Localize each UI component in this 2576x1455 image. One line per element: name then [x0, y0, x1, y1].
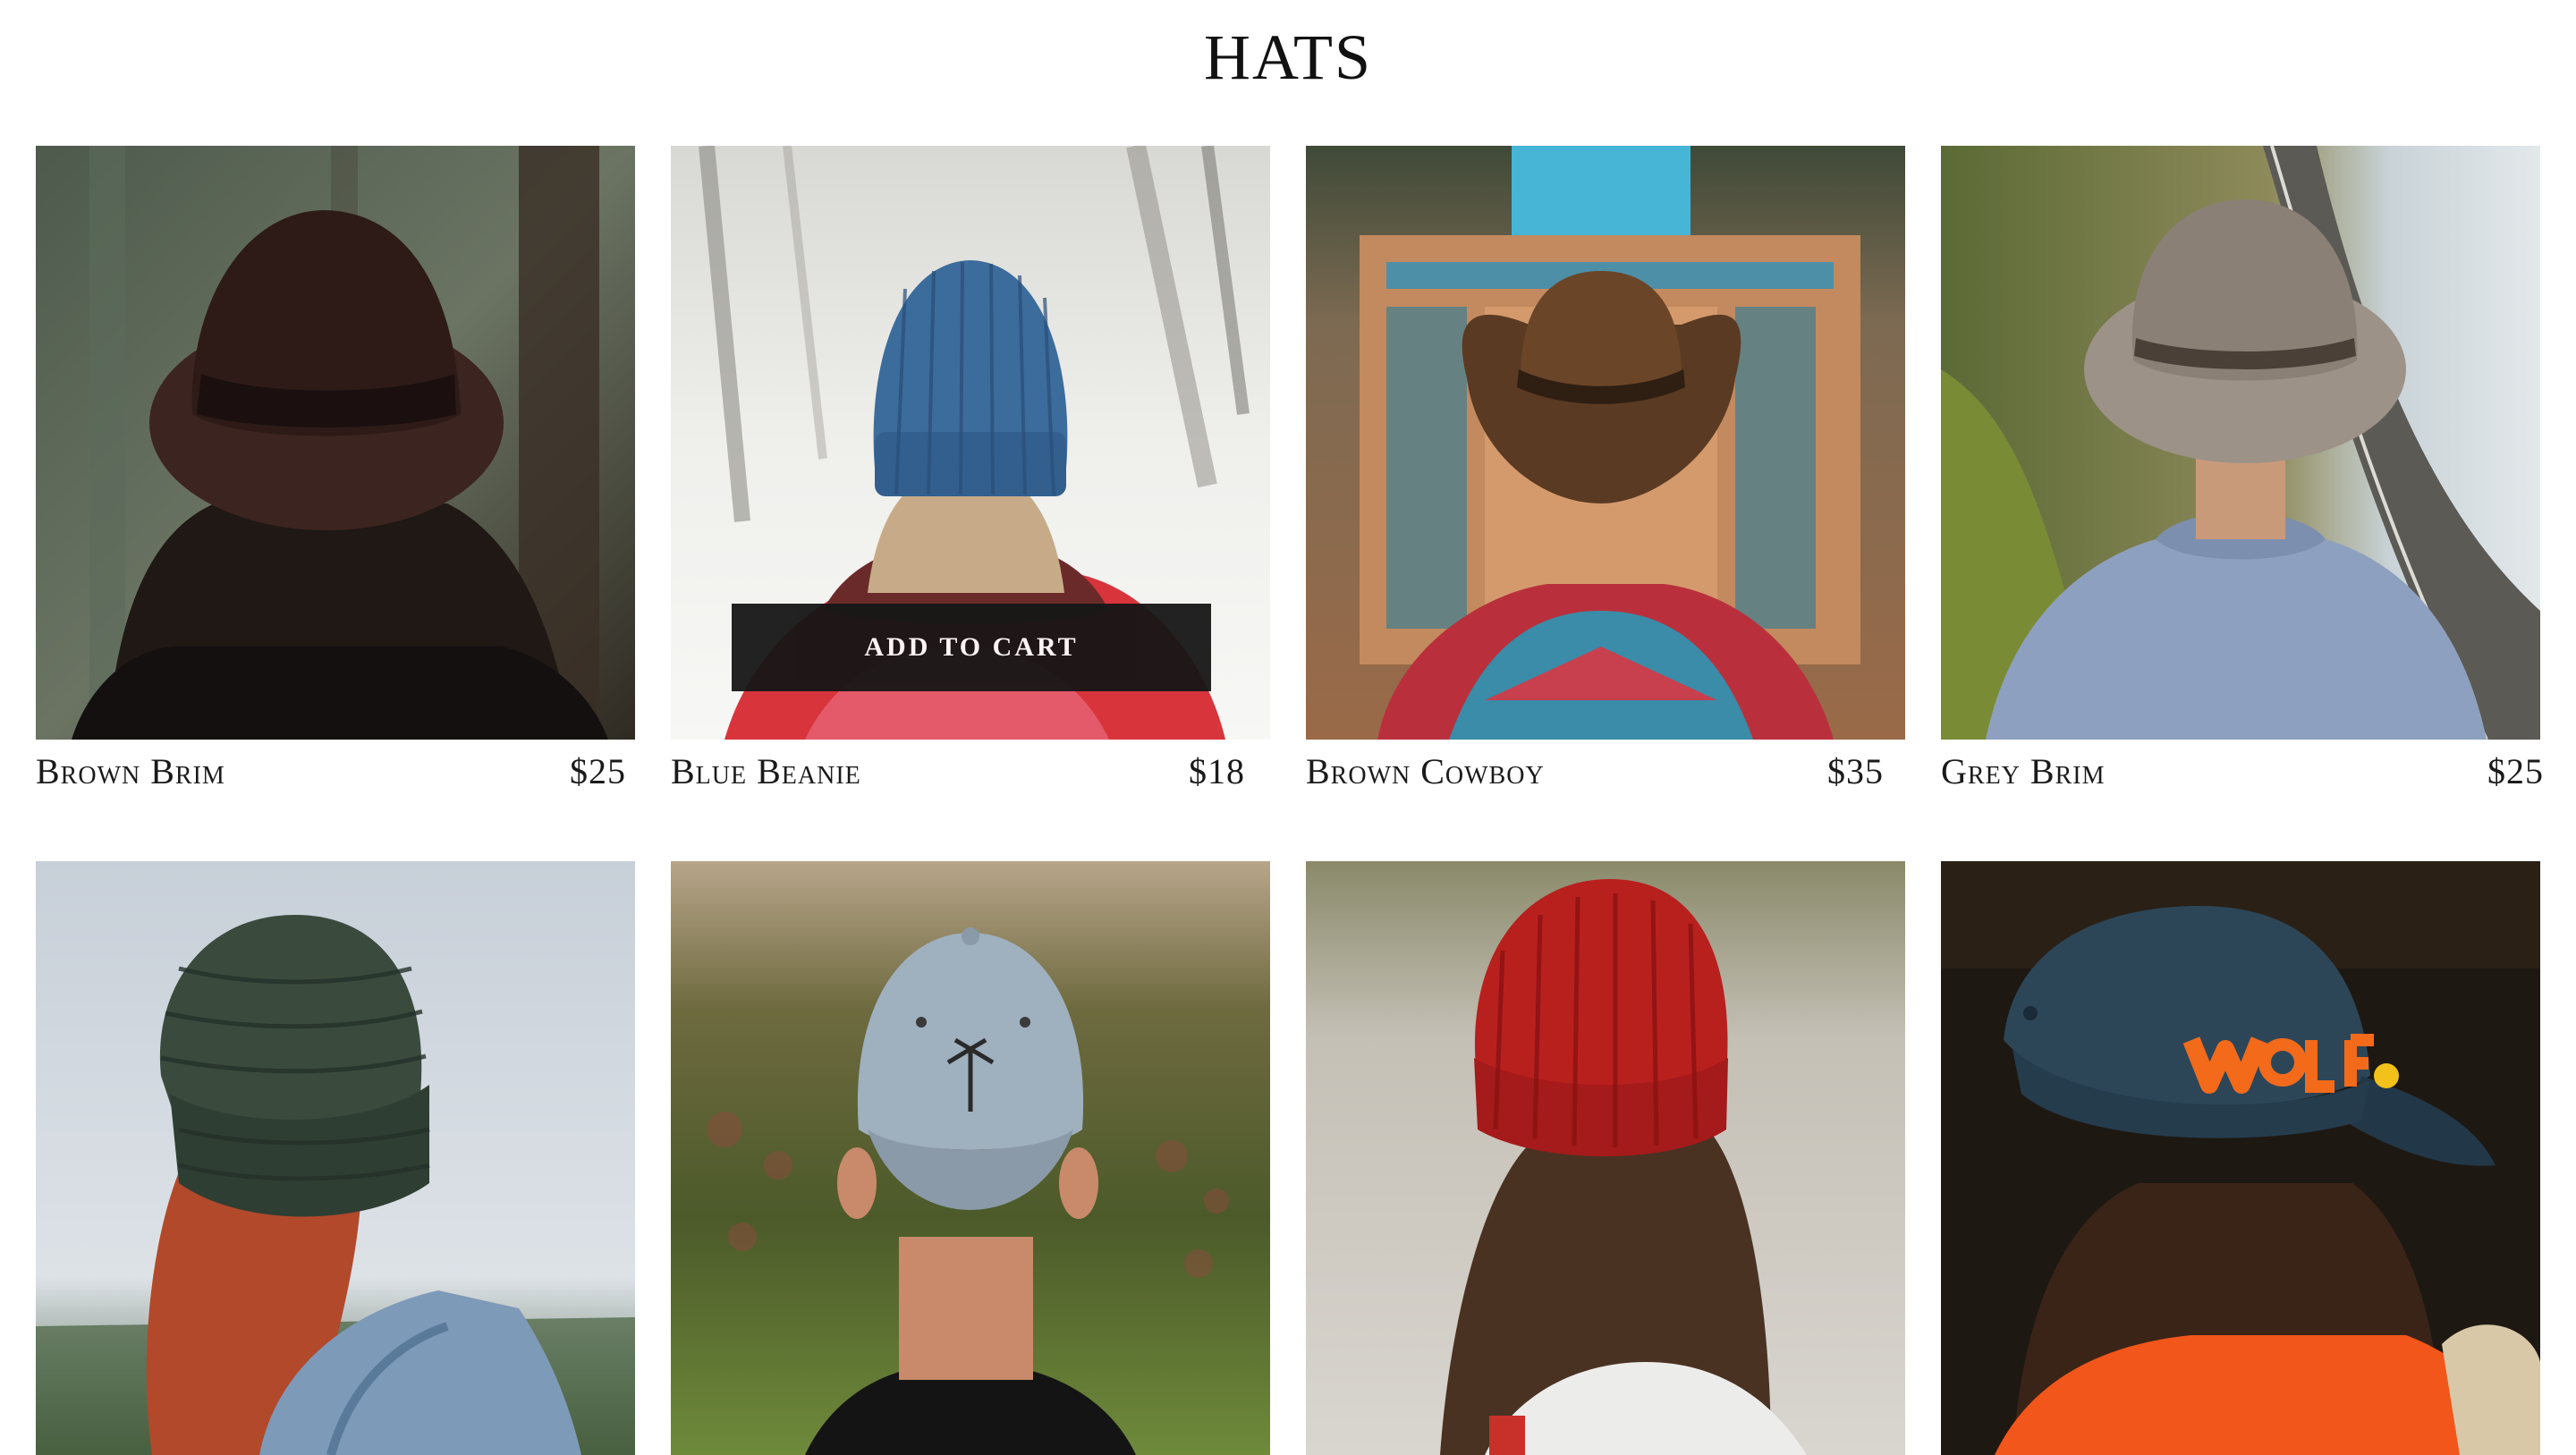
product-caption: Brown Brim $25	[36, 750, 626, 795]
product-name[interactable]: Brown Cowboy	[1306, 750, 1545, 792]
product-caption: Grey Brim $25	[1941, 750, 2543, 795]
grey-brim-hat-photo[interactable]	[1941, 146, 2540, 740]
product-price: $18	[1189, 751, 1245, 791]
product-card[interactable]	[1941, 861, 2540, 1455]
product-price: $25	[570, 751, 626, 791]
product-card[interactable]: ADD TO CART Blue Beanie $18	[671, 146, 1270, 791]
product-name[interactable]: Grey Brim	[1941, 750, 2105, 792]
product-caption: Blue Beanie $18	[671, 750, 1261, 795]
green-knit-beanie-photo[interactable]	[36, 861, 635, 1455]
red-beanie-photo[interactable]	[1306, 861, 1905, 1455]
blue-beanie-photo[interactable]: ADD TO CART	[671, 146, 1270, 740]
product-price: $25	[2487, 751, 2544, 791]
grey-palm-cap-photo[interactable]	[671, 861, 1270, 1455]
brown-cowboy-hat-photo[interactable]	[1306, 146, 1905, 740]
product-caption: Brown Cowboy $35	[1306, 750, 1896, 795]
product-card[interactable]	[36, 861, 635, 1455]
product-name[interactable]: Blue Beanie	[671, 750, 861, 792]
product-price: $35	[1827, 751, 1884, 791]
wolf-cap-photo[interactable]	[1941, 861, 2540, 1455]
page-title: HATS	[1203, 21, 1373, 93]
product-card[interactable]: Grey Brim $25	[1941, 146, 2543, 791]
brown-fedora-photo[interactable]	[36, 146, 635, 740]
product-card[interactable]	[671, 861, 1270, 1455]
product-card[interactable]: Brown Cowboy $35	[1306, 146, 1905, 791]
product-card[interactable]	[1306, 861, 1905, 1455]
add-to-cart-button[interactable]: ADD TO CART	[732, 604, 1211, 691]
product-card[interactable]: Brown Brim $25	[36, 146, 635, 791]
product-name[interactable]: Brown Brim	[36, 750, 225, 792]
